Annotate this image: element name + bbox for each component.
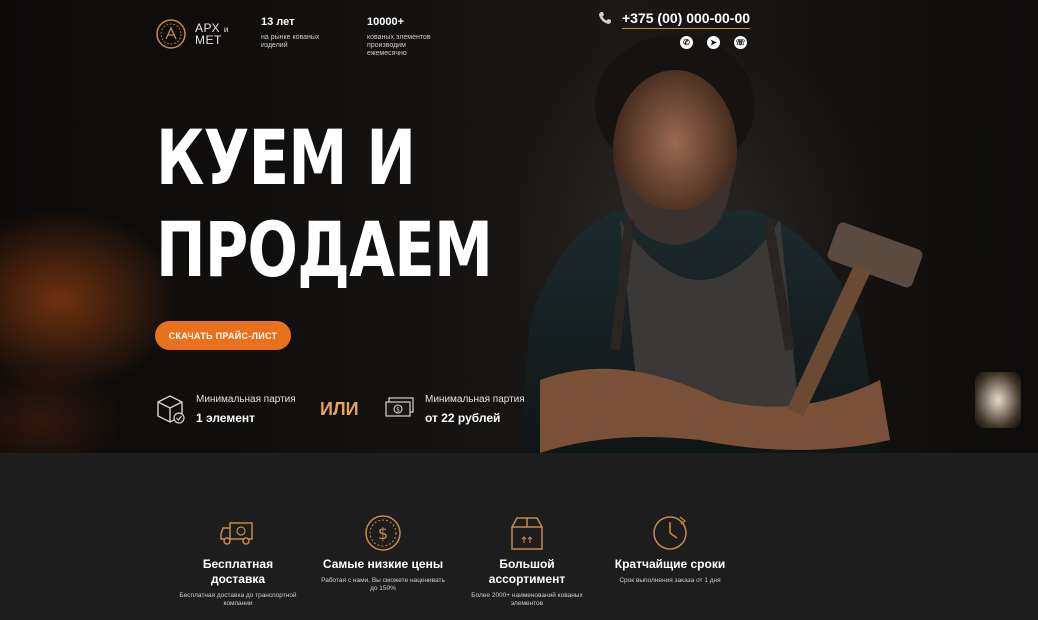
or-separator: ИЛИ [320,399,359,419]
delivery-truck-icon [220,522,253,545]
stat-years-desc: на рынке кованых изделий [261,34,320,49]
social-links: ✆ ➤ ☏ [680,36,747,49]
min-batch-1-value: 1 элемент [196,410,255,425]
logo-word-2: МЕТ [195,32,222,47]
feature-3-desc: Более 2000+ наименований кованых элемент… [471,592,583,607]
feature-1-desc: Бесплатная доставка до транспортной комп… [179,592,297,607]
min-batch-2-label: Минимальная партия [425,393,525,405]
stat-elements: 10000+ кованых элементов производим ежем… [367,16,447,58]
phone-icon [599,12,611,24]
money-bills-icon: $ [385,397,414,417]
background-light [975,372,1021,428]
hero-headline: КУЕМ И ПРОДАЕМ [156,112,493,296]
download-price-list-button[interactable]: СКАЧАТЬ ПРАЙС-ЛИСТ [155,321,291,350]
feature-4-desc: Срок выполнения заказа от 1 дня [619,577,721,584]
logo-emblem-icon [156,19,186,49]
svg-text:$: $ [378,524,388,543]
stat-elements-number: 10000+ [367,16,405,28]
hero-section: АРХ и МЕТ 13 лет на рынке кованых издели… [0,0,1038,453]
box-icon [511,517,543,550]
min-batch-price: $ Минимальная партия от 22 рублей [383,392,525,426]
brand-logo[interactable]: АРХ и МЕТ [155,18,229,50]
feature-3-text: Большой ассортимент Более 2000+ наименов… [465,557,589,608]
stat-years-number: 13 лет [261,16,295,28]
whatsapp-icon[interactable]: ✆ [680,36,693,49]
feature-1-text: Бесплатная доставка Бесплатная доставка … [176,557,300,608]
feature-3-title: Большой ассортимент [488,557,566,586]
feature-4-title: Кратчайщие сроки [614,557,726,571]
feature-1-title: Бесплатная доставка [202,557,274,586]
blacksmith-photo [520,35,923,453]
clock-icon [653,516,687,550]
dollar-coin-icon: $ [365,515,401,551]
phone-link[interactable]: +375 (00) 000-00-00 [622,10,751,29]
viber-icon[interactable]: ☏ [734,36,747,49]
min-batch-1-label: Минимальная партия [196,393,296,405]
logo-text: АРХ и МЕТ [195,22,229,47]
telegram-icon[interactable]: ➤ [707,36,720,49]
package-check-icon [157,395,185,424]
logo-word-small: и [223,24,229,34]
headline-line-2: ПРОДАЕМ [156,205,493,294]
min-batch-2-value: от 22 рублей [425,410,501,425]
min-batch-count: Минимальная партия 1 элемент [154,392,296,426]
feature-2-text: Самые низкие цены Работая с нами, Вы смо… [321,557,445,593]
stat-years: 13 лет на рынке кованых изделий [261,16,341,50]
feature-2-desc: Работая с нами, Вы сможете наценивать до… [321,577,445,592]
headline-line-1: КУЕМ И [156,113,416,202]
stat-elements-desc: кованых элементов производим ежемесячно [367,34,431,57]
feature-4-text: Кратчайщие сроки Срок выполнения заказа … [608,557,732,585]
svg-text:$: $ [396,407,400,414]
feature-2-title: Самые низкие цены [322,557,444,571]
